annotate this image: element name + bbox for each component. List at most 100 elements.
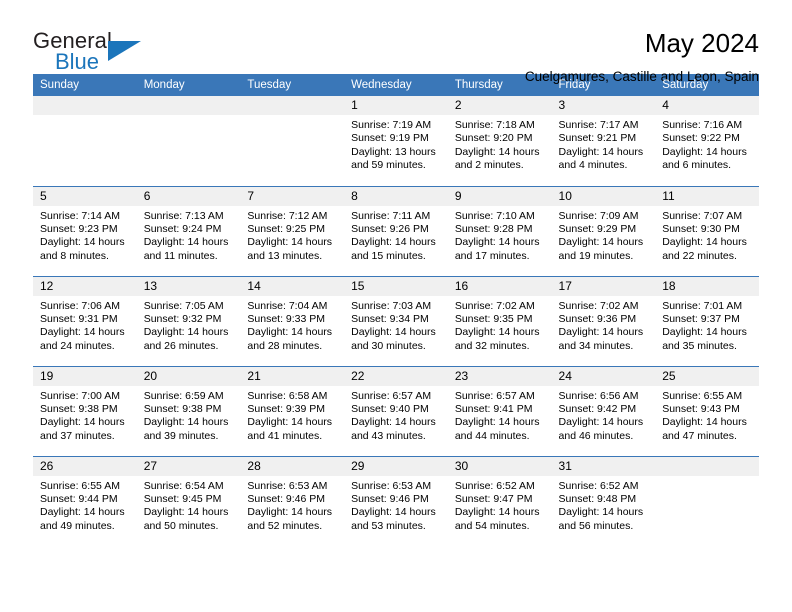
sunset-text: Sunset: 9:48 PM [558, 492, 637, 505]
sunrise-text: Sunrise: 6:57 AM [351, 389, 432, 402]
daylight-text-line2: and 44 minutes. [454, 429, 530, 442]
calendar-day-cell[interactable]: 27 Sunrise: 6:54 AM Sunset: 9:45 PM Dayligh… [136, 455, 241, 546]
daylight-text-line2: and 11 minutes. [143, 249, 218, 262]
calendar-body: 1 Sunrise: 7:19 AM Sunset: 9:19 PM Daylight… [33, 96, 759, 546]
calendar-day-cell[interactable]: 15 Sunrise: 7:03 AM Sunset: 9:34 PM Dayligh… [344, 275, 448, 366]
day-details: Sunrise: 7:10 AM Sunset: 9:28 PM Daylight:… [448, 206, 552, 264]
calendar-day-cell[interactable]: 18 Sunrise: 7:01 AM Sunset: 9:37 PM Dayligh… [655, 275, 759, 366]
calendar-day-cell[interactable]: 10 Sunrise: 7:09 AM Sunset: 9:29 PM Dayligh… [551, 185, 656, 276]
sunrise-text: Sunrise: 7:00 AM [40, 389, 120, 402]
calendar-week-row: 26 Sunrise: 6:55 AM Sunset: 9:44 PM Dayligh… [33, 455, 759, 546]
day-details: Sunrise: 6:54 AM Sunset: 9:45 PM Daylight:… [137, 476, 241, 534]
calendar-day-cell[interactable]: 24 Sunrise: 6:56 AM Sunset: 9:42 PM Dayligh… [551, 365, 656, 456]
calendar-day-cell[interactable]: 19 Sunrise: 7:00 AM Sunset: 9:38 PM Dayligh… [33, 365, 137, 456]
calendar-day-cell[interactable]: 22 Sunrise: 6:57 AM Sunset: 9:40 PM Dayligh… [344, 365, 448, 456]
calendar-day-cell[interactable]: 1 Sunrise: 7:19 AM Sunset: 9:19 PM Daylight… [344, 96, 448, 186]
daylight-text-line1: Daylight: 14 hours [454, 145, 540, 158]
daylight-text-line1: Daylight: 14 hours [40, 506, 125, 519]
sunset-text: Sunset: 9:38 PM [40, 402, 118, 415]
calendar-day-cell[interactable]: 6 Sunrise: 7:13 AM Sunset: 9:24 PM Daylight… [136, 185, 241, 276]
sunset-text: Sunset: 9:20 PM [454, 132, 533, 145]
day-details: Sunrise: 7:12 AM Sunset: 9:25 PM Daylight:… [240, 206, 344, 264]
day-number: 18 [655, 276, 759, 296]
daylight-text-line1: Daylight: 14 hours [40, 326, 125, 339]
sunset-text: Sunset: 9:25 PM [247, 222, 326, 235]
calendar-day-cell[interactable]: 28 Sunrise: 6:53 AM Sunset: 9:46 PM Dayligh… [240, 455, 345, 546]
calendar-day-cell[interactable]: 3 Sunrise: 7:17 AM Sunset: 9:21 PM Daylight… [551, 96, 656, 186]
day-details: Sunrise: 6:53 AM Sunset: 9:46 PM Daylight:… [240, 476, 344, 534]
day-number: 13 [136, 276, 241, 296]
daylight-text-line2: and 53 minutes. [351, 519, 426, 532]
calendar-week-row: 12 Sunrise: 7:06 AM Sunset: 9:31 PM Dayligh… [33, 275, 759, 366]
sunrise-text: Sunrise: 6:53 AM [351, 479, 432, 492]
sunset-text: Sunset: 9:23 PM [40, 222, 118, 235]
day-number: 10 [551, 186, 656, 206]
weekday-header-tuesday: Tuesday [240, 74, 345, 96]
day-number: 20 [136, 366, 241, 386]
sunset-text: Sunset: 9:38 PM [143, 402, 222, 415]
day-details: Sunrise: 6:57 AM Sunset: 9:41 PM Daylight:… [448, 386, 552, 444]
sunrise-text: Sunrise: 7:05 AM [143, 299, 224, 312]
day-number [655, 456, 759, 476]
sunset-text: Sunset: 9:37 PM [662, 312, 740, 325]
calendar-day-cell-empty [240, 96, 345, 186]
calendar-day-cell[interactable]: 26 Sunrise: 6:55 AM Sunset: 9:44 PM Dayligh… [33, 455, 137, 546]
daylight-text-line1: Daylight: 14 hours [351, 236, 436, 249]
day-number: 30 [447, 456, 552, 476]
sunset-text: Sunset: 9:31 PM [40, 312, 118, 325]
calendar-day-cell[interactable]: 16 Sunrise: 7:02 AM Sunset: 9:35 PM Dayligh… [447, 275, 552, 366]
daylight-text-line2: and 34 minutes. [558, 339, 634, 352]
daylight-text-line2: and 6 minutes. [662, 159, 732, 172]
day-details: Sunrise: 6:56 AM Sunset: 9:42 PM Daylight:… [552, 386, 656, 444]
weekday-header-wednesday: Wednesday [344, 74, 448, 96]
day-details: Sunrise: 6:57 AM Sunset: 9:40 PM Daylight:… [344, 386, 448, 444]
day-details: Sunrise: 6:52 AM Sunset: 9:48 PM Daylight:… [552, 476, 656, 534]
day-details: Sunrise: 7:11 AM Sunset: 9:26 PM Daylight:… [344, 206, 448, 264]
calendar-day-cell[interactable]: 31 Sunrise: 6:52 AM Sunset: 9:48 PM Dayligh… [551, 455, 656, 546]
calendar-day-cell[interactable]: 21 Sunrise: 6:58 AM Sunset: 9:39 PM Dayligh… [240, 365, 345, 456]
daylight-text-line1: Daylight: 13 hours [351, 145, 436, 158]
daylight-text-line1: Daylight: 14 hours [143, 506, 229, 519]
calendar-day-cell[interactable]: 9 Sunrise: 7:10 AM Sunset: 9:28 PM Daylight… [447, 185, 552, 276]
calendar-day-cell[interactable]: 11 Sunrise: 7:07 AM Sunset: 9:30 PM Dayligh… [655, 185, 759, 276]
calendar-day-cell[interactable]: 7 Sunrise: 7:12 AM Sunset: 9:25 PM Daylight… [240, 185, 345, 276]
daylight-text-line2: and 43 minutes. [351, 429, 426, 442]
sunset-text: Sunset: 9:43 PM [662, 402, 740, 415]
calendar-day-cell[interactable]: 13 Sunrise: 7:05 AM Sunset: 9:32 PM Dayligh… [136, 275, 241, 366]
sunrise-text: Sunrise: 7:03 AM [351, 299, 432, 312]
sunset-text: Sunset: 9:33 PM [247, 312, 326, 325]
sunrise-text: Sunrise: 6:58 AM [247, 389, 328, 402]
daylight-text-line1: Daylight: 14 hours [40, 236, 125, 249]
logo-triangle-icon [108, 41, 141, 61]
daylight-text-line1: Daylight: 14 hours [454, 506, 540, 519]
calendar-day-cell[interactable]: 23 Sunrise: 6:57 AM Sunset: 9:41 PM Dayligh… [447, 365, 552, 456]
sunrise-text: Sunrise: 7:16 AM [662, 119, 743, 131]
sunrise-text: Sunrise: 7:18 AM [454, 119, 535, 131]
calendar-day-cell[interactable]: 5 Sunrise: 7:14 AM Sunset: 9:23 PM Daylight… [33, 185, 137, 276]
daylight-text-line2: and 13 minutes. [247, 249, 323, 262]
day-number: 12 [33, 276, 137, 296]
calendar-day-cell[interactable]: 12 Sunrise: 7:06 AM Sunset: 9:31 PM Dayligh… [33, 275, 137, 366]
calendar-day-cell[interactable]: 2 Sunrise: 7:18 AM Sunset: 9:20 PM Daylight… [447, 96, 552, 186]
day-details: Sunrise: 6:52 AM Sunset: 9:47 PM Daylight:… [448, 476, 552, 534]
sunset-text: Sunset: 9:26 PM [351, 222, 429, 235]
daylight-text-line2: and 17 minutes. [454, 249, 530, 262]
calendar-day-cell[interactable]: 20 Sunrise: 6:59 AM Sunset: 9:38 PM Dayligh… [136, 365, 241, 456]
sunset-text: Sunset: 9:39 PM [247, 402, 326, 415]
sunrise-text: Sunrise: 6:52 AM [454, 479, 535, 492]
daylight-text-line1: Daylight: 14 hours [558, 236, 644, 249]
daylight-text-line1: Daylight: 14 hours [558, 145, 644, 158]
calendar-day-cell[interactable]: 30 Sunrise: 6:52 AM Sunset: 9:47 PM Dayligh… [447, 455, 552, 546]
calendar-day-cell[interactable]: 29 Sunrise: 6:53 AM Sunset: 9:46 PM Dayligh… [344, 455, 448, 546]
title-block: May 2024 Cuelgamures, Castille and Leon,… [525, 28, 759, 86]
sunset-text: Sunset: 9:45 PM [143, 492, 222, 505]
calendar-day-cell[interactable]: 4 Sunrise: 7:16 AM Sunset: 9:22 PM Daylight… [655, 96, 759, 186]
calendar-day-cell[interactable]: 14 Sunrise: 7:04 AM Sunset: 9:33 PM Dayligh… [240, 275, 345, 366]
calendar-day-cell[interactable]: 25 Sunrise: 6:55 AM Sunset: 9:43 PM Dayligh… [655, 365, 759, 456]
daylight-text-line2: and 56 minutes. [558, 519, 634, 532]
day-number: 16 [447, 276, 552, 296]
calendar-day-cell[interactable]: 8 Sunrise: 7:11 AM Sunset: 9:26 PM Daylight… [344, 185, 448, 276]
daylight-text-line1: Daylight: 14 hours [40, 416, 125, 429]
calendar-day-cell[interactable]: 17 Sunrise: 7:02 AM Sunset: 9:36 PM Dayligh… [551, 275, 656, 366]
sunset-text: Sunset: 9:42 PM [558, 402, 637, 415]
